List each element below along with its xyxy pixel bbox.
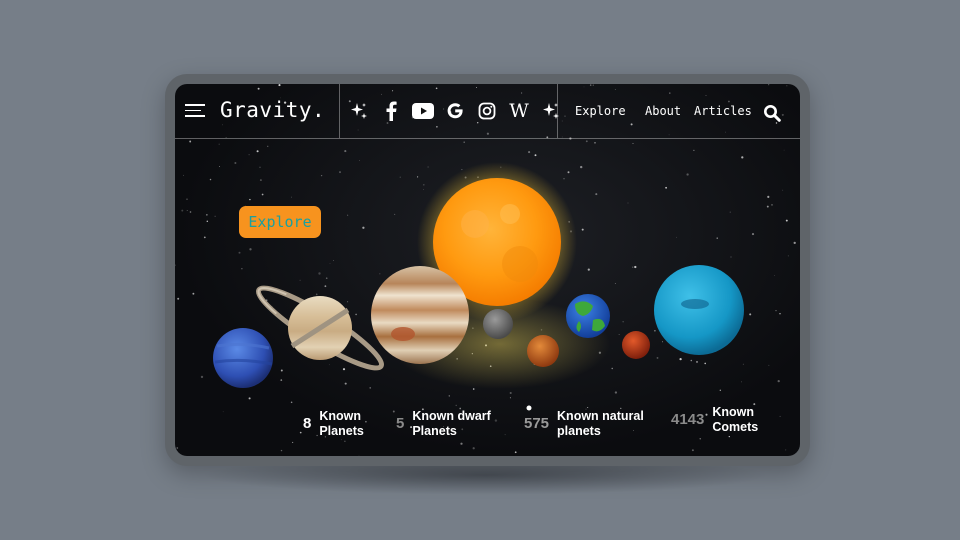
stat-label: Known Planets xyxy=(319,409,364,438)
neptune-planet xyxy=(654,265,744,355)
hamburger-menu-icon[interactable] xyxy=(185,104,205,118)
stat-label: Known natural planets xyxy=(557,409,644,438)
mars-planet xyxy=(622,331,650,359)
instagram-icon[interactable] xyxy=(475,99,499,123)
nav-link-explore[interactable]: Explore xyxy=(575,104,626,118)
youtube-icon[interactable] xyxy=(411,99,435,123)
sparkle-icon xyxy=(539,99,563,123)
stat-number: 8 xyxy=(303,415,312,432)
stat-number: 5 xyxy=(396,415,405,432)
venus-planet xyxy=(527,335,559,367)
stat-known-dwarf-planets: 5 Known dwarf Planets xyxy=(396,409,491,439)
navbar-divider xyxy=(557,84,558,138)
stat-known-natural-planets: 575 Known natural planets xyxy=(524,409,644,439)
uranus-planet xyxy=(213,328,273,388)
navbar: Gravity. W Explore About Articles xyxy=(175,84,800,139)
stat-known-comets: 4143 Known Comets xyxy=(671,405,758,435)
wikipedia-icon[interactable]: W xyxy=(507,99,531,123)
stat-label: Known Comets xyxy=(712,405,759,434)
search-icon[interactable] xyxy=(763,104,781,122)
website-screen: Gravity. W Explore About Articles Explor… xyxy=(175,84,800,456)
jupiter-planet xyxy=(371,266,469,364)
mercury-planet xyxy=(483,309,513,339)
stat-known-planets: 8 Known Planets xyxy=(303,409,364,439)
social-links: W xyxy=(347,98,563,124)
solar-system-illustration xyxy=(213,162,744,411)
brand-logo[interactable]: Gravity. xyxy=(220,98,325,122)
nav-link-about[interactable]: About xyxy=(645,104,681,118)
facebook-icon[interactable] xyxy=(379,99,403,123)
sparkle-icon xyxy=(347,99,371,123)
explore-button[interactable]: Explore xyxy=(239,206,321,238)
google-icon[interactable] xyxy=(443,99,467,123)
earth-planet xyxy=(566,294,610,338)
stat-number: 4143 xyxy=(671,411,705,428)
navbar-divider xyxy=(339,84,340,138)
stat-label: Known dwarf Planets xyxy=(412,409,491,438)
stat-number: 575 xyxy=(524,415,550,432)
nav-link-articles[interactable]: Articles xyxy=(694,104,752,118)
